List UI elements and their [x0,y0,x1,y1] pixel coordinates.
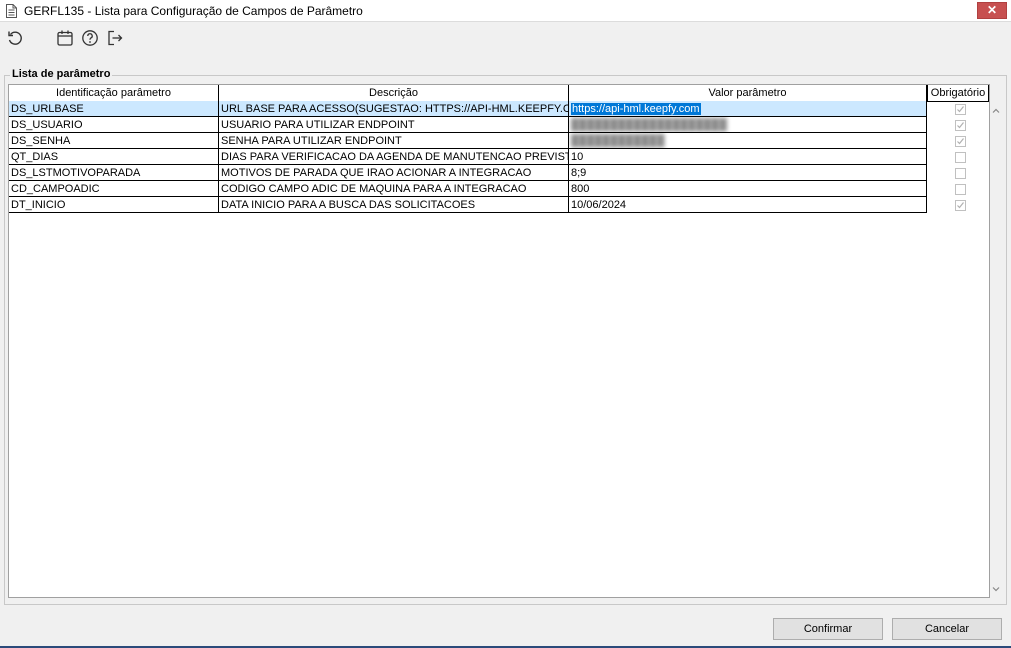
grid-header: Identificação parâmetro Descrição Valor … [9,85,989,102]
scroll-up-icon[interactable] [991,106,1001,116]
cancel-button[interactable]: Cancelar [892,618,1002,640]
param-description-cell[interactable]: USUARIO PARA UTILIZAR ENDPOINT [219,117,569,133]
calendar-icon[interactable] [56,29,74,47]
param-id-cell[interactable]: DS_SENHA [9,133,219,149]
param-id-cell[interactable]: DS_USUARIO [9,117,219,133]
param-description-cell[interactable]: URL BASE PARA ACESSO(SUGESTAO: HTTPS://A… [219,101,569,117]
table-row[interactable]: DS_LSTMOTIVOPARADA MOTIVOS DE PARADA QUE… [9,165,927,181]
app-document-icon [6,4,17,18]
window-title: GERFL135 - Lista para Configuração de Ca… [24,4,363,18]
required-checkbox[interactable] [955,152,966,163]
param-value-cell[interactable]: ████████████ [569,133,927,149]
param-id-cell[interactable]: DS_LSTMOTIVOPARADA [9,165,219,181]
param-description-cell[interactable]: MOTIVOS DE PARADA QUE IRAO ACIONAR A INT… [219,165,569,181]
param-description-cell[interactable]: DIAS PARA VERIFICACAO DA AGENDA DE MANUT… [219,149,569,165]
help-icon[interactable] [81,29,99,47]
group-title: Lista de parâmetro [10,68,113,80]
param-value-cell[interactable]: 8;9 [569,165,927,181]
required-checkbox[interactable] [955,168,966,179]
close-button[interactable]: ✕ [977,2,1007,19]
table-row[interactable]: DS_SENHA SENHA PARA UTILIZAR ENDPOINT ██… [9,133,927,149]
refresh-icon[interactable] [6,29,24,47]
table-row[interactable]: DS_USUARIO USUARIO PARA UTILIZAR ENDPOIN… [9,117,927,133]
param-value-cell[interactable]: 10 [569,149,927,165]
required-checkbox[interactable] [955,136,966,147]
param-value-cell[interactable]: ████████████████████ [569,117,927,133]
param-value-cell[interactable]: 10/06/2024 [569,197,927,213]
column-header-description[interactable]: Descrição [219,85,569,101]
column-header-value[interactable]: Valor parâmetro [569,85,927,101]
param-id-cell[interactable]: CD_CAMPOADIC [9,181,219,197]
parameter-grid[interactable]: Identificação parâmetro Descrição Valor … [8,84,1000,598]
table-row[interactable]: DS_URLBASE URL BASE PARA ACESSO(SUGESTAO… [9,101,927,117]
param-id-cell[interactable]: DT_INICIO [9,197,219,213]
exit-icon[interactable] [106,29,124,47]
table-row[interactable]: CD_CAMPOADIC CODIGO CAMPO ADIC DE MAQUIN… [9,181,927,197]
scroll-down-icon[interactable] [991,584,1001,594]
required-checkbox[interactable] [955,104,966,115]
vertical-scrollbar[interactable] [989,102,1003,598]
param-value-cell[interactable]: 800 [569,181,927,197]
param-value-text[interactable]: https://api-hml.keepfy.com [571,103,701,115]
table-row[interactable]: DT_INICIO DATA INICIO PARA A BUSCA DAS S… [9,197,927,213]
confirm-button[interactable]: Confirmar [773,618,883,640]
column-header-id[interactable]: Identificação parâmetro [9,85,219,101]
required-checkbox[interactable] [955,200,966,211]
param-id-cell[interactable]: QT_DIAS [9,149,219,165]
required-checkbox[interactable] [955,120,966,131]
title-bar: GERFL135 - Lista para Configuração de Ca… [0,0,1011,22]
required-checkbox[interactable] [955,184,966,195]
table-row[interactable]: QT_DIAS DIAS PARA VERIFICACAO DA AGENDA … [9,149,927,165]
toolbar [0,23,1011,53]
param-value-cell[interactable]: https://api-hml.keepfy.com [569,101,927,117]
column-header-required[interactable]: Obrigatório [927,85,989,101]
param-id-cell[interactable]: DS_URLBASE [9,101,219,117]
param-description-cell[interactable]: SENHA PARA UTILIZAR ENDPOINT [219,133,569,149]
param-description-cell[interactable]: CODIGO CAMPO ADIC DE MAQUINA PARA A INTE… [219,181,569,197]
param-description-cell[interactable]: DATA INICIO PARA A BUSCA DAS SOLICITACOE… [219,197,569,213]
